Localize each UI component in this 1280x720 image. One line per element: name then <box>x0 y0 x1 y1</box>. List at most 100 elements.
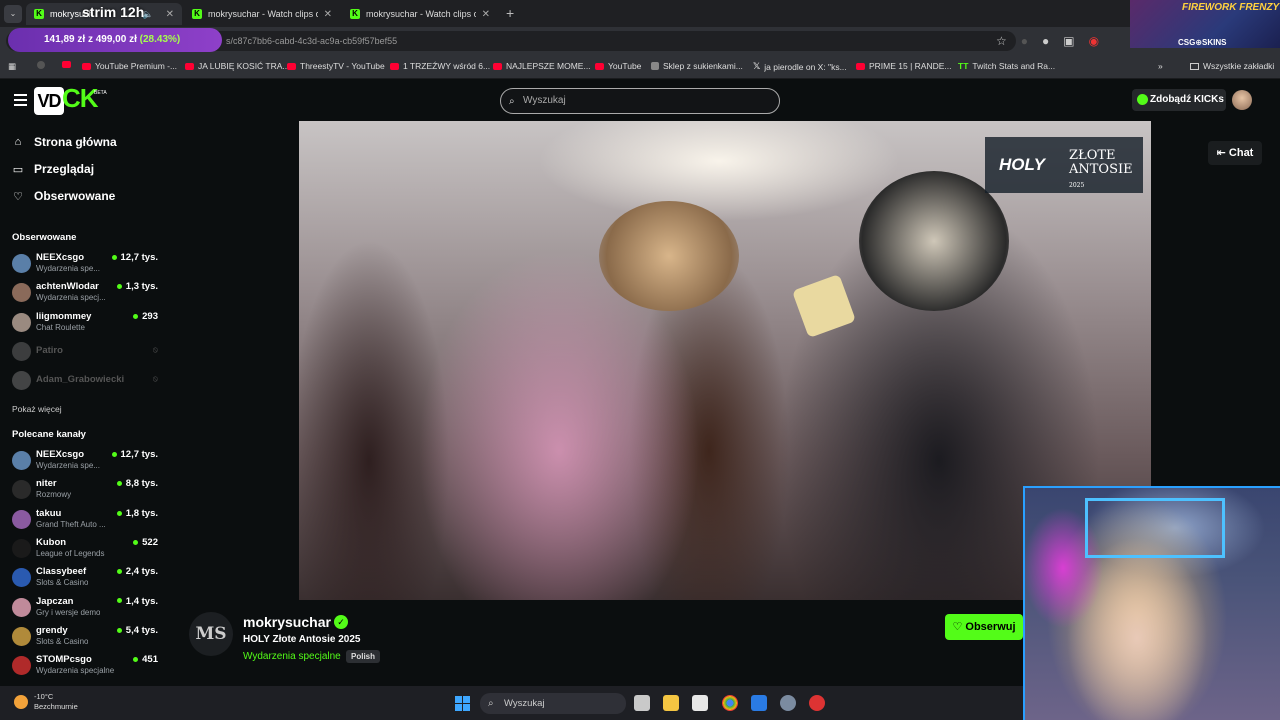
youtube-icon <box>82 62 91 70</box>
nav-home[interactable]: ⌂ Strona główna <box>12 135 117 149</box>
close-tab-icon[interactable]: ✕ <box>166 9 174 20</box>
folder-icon <box>1190 62 1199 70</box>
extension-icon[interactable]: ◉ <box>1089 34 1099 48</box>
event-name-line1: ZŁOTE <box>1069 148 1116 163</box>
bookmarks-bar: ▦ YouTube Premium -... JA LUBIĘ KOSIĆ TR… <box>0 55 1280 79</box>
bookmark-item[interactable]: JA LUBIĘ KOSIĆ TRA... <box>185 61 289 71</box>
app-icon[interactable] <box>751 695 767 711</box>
event-logo-overlay: HOLY ZŁOTE ANTOSIE 2025 <box>985 137 1143 193</box>
kicks-icon <box>1137 94 1148 105</box>
bookmark-item[interactable]: TT Twitch Stats and Ra... <box>958 61 1055 71</box>
tab-2[interactable]: K mokrysuchar - Watch clips on K ✕ <box>184 3 340 25</box>
kick-logo[interactable]: VDCK <box>34 83 99 115</box>
extension-icon[interactable]: ● <box>1021 34 1028 48</box>
goal-percent: (28.43%) <box>139 34 181 45</box>
bookmark-star-icon[interactable]: ☆ <box>996 34 1007 48</box>
chat-toggle-button[interactable]: ⇤ Chat <box>1208 141 1262 165</box>
menu-icon[interactable] <box>14 94 27 106</box>
bookmark-icon[interactable] <box>62 61 71 68</box>
streamer-name[interactable]: mokrysuchar <box>243 614 331 630</box>
channel-avatar <box>12 597 31 617</box>
followed-section-title: Obserwowane <box>12 232 77 243</box>
close-tab-icon[interactable]: ✕ <box>324 9 332 20</box>
channel-avatar <box>12 341 31 361</box>
youtube-icon <box>595 62 604 70</box>
sidebar: ⌂ Strona główna ▭ Przeglądaj ♡ Obserwowane … <box>0 121 170 686</box>
file-explorer-icon[interactable] <box>663 695 679 711</box>
bookmark-item[interactable]: 𝕏ja pierodle on X: "ks... <box>753 61 847 72</box>
x-icon: 𝕏 <box>753 61 761 71</box>
search-input[interactable]: ⌕ Wyszukaj <box>500 88 780 114</box>
channel-item[interactable]: takuu Grand Theft Auto ... 1,8 tys. <box>12 508 160 536</box>
bookmark-label: NAJLEPSZE MOME... <box>506 61 591 71</box>
store-icon[interactable] <box>692 695 708 711</box>
bookmark-item[interactable]: ThreestyTV - YouTube <box>287 61 385 71</box>
windows-start-icon[interactable] <box>455 696 470 711</box>
donation-goal-badge: 141,89 zł z 499,00 zł (28.43%) <box>8 28 222 52</box>
extension-icon[interactable]: ● <box>1042 34 1049 48</box>
nav-label: Przeglądaj <box>34 162 95 176</box>
channel-item[interactable]: STOMPcsgo Wydarzenia specjalne 451 <box>12 654 160 682</box>
channel-item[interactable]: Adam_Grabowiecki ⦸ <box>12 369 160 397</box>
bookmark-item[interactable]: NAJLEPSZE MOME... <box>493 61 591 71</box>
channel-item[interactable]: niter Rozmowy 8,8 tys. <box>12 478 160 506</box>
nav-browse[interactable]: ▭ Przeglądaj <box>12 162 94 176</box>
bookmark-icon[interactable] <box>37 61 45 69</box>
close-tab-icon[interactable]: ✕ <box>482 9 490 20</box>
task-view-icon[interactable] <box>634 695 650 711</box>
user-avatar[interactable] <box>1232 90 1252 110</box>
channel-item[interactable]: Classybeef Slots & Casino 2,4 tys. <box>12 566 160 594</box>
channel-name: niter <box>36 478 57 490</box>
bookmark-item[interactable]: YouTube Premium -... <box>82 61 177 71</box>
app-icon[interactable] <box>809 695 825 711</box>
stream-category[interactable]: Wydarzenia specjalne <box>243 651 341 662</box>
show-more-link[interactable]: Pokaż więcej <box>12 404 62 414</box>
channel-name: NEEXcsgo <box>36 449 85 460</box>
channel-item[interactable]: Kubon League of Legends 522 <box>12 537 160 565</box>
channel-name: Kubon <box>36 536 67 548</box>
streamer-avatar[interactable]: MS <box>189 612 233 656</box>
channel-category: Wydarzenia specjalne <box>36 666 115 676</box>
channel-category: Chat Roulette <box>36 322 85 332</box>
get-kicks-button[interactable]: Zdobądź KICKs <box>1132 89 1226 111</box>
channel-item[interactable]: NEEXcsgo Wydarzenia spe... 12,7 tys. <box>12 449 160 477</box>
home-icon: ⌂ <box>14 136 22 148</box>
channel-item[interactable]: Patiro ⦸ <box>12 340 160 368</box>
bookmark-label: Wszystkie zakładki <box>1203 61 1275 71</box>
taskbar-search[interactable]: ⌕ Wyszukaj <box>480 693 626 714</box>
channel-item[interactable]: NEEXcsgo Wydarzenia spe... 12,7 tys. <box>12 252 160 280</box>
nav-following[interactable]: ♡ Obserwowane <box>12 189 115 203</box>
channel-item[interactable]: achtenWlodar Wydarzenia specj... 1,3 tys. <box>12 281 160 309</box>
bookmark-item[interactable]: Sklep z sukienkami... <box>651 61 743 71</box>
tab-search-button[interactable]: ⌄ <box>4 5 22 23</box>
chat-label: Chat <box>1228 147 1254 159</box>
bookmark-item[interactable]: 1 TRZEŹWY wśród 6... <box>390 61 490 71</box>
channel-item[interactable]: liigmommey Chat Roulette 293 <box>12 311 160 339</box>
language-tag[interactable]: Polish <box>346 650 381 663</box>
channel-item[interactable]: Japczan Gry i wersje demo 1,4 tys. <box>12 596 160 624</box>
weather-text: -10°C Bezchmurnie <box>34 692 78 712</box>
channel-name: Japczan <box>36 595 74 607</box>
nav-label: Obserwowane <box>34 189 116 203</box>
channel-name: NEEXcsgo <box>36 252 85 263</box>
youtube-icon <box>287 62 296 70</box>
apps-icon[interactable]: ▦ <box>8 61 16 72</box>
extension-icon[interactable]: ▣ <box>1063 34 1074 48</box>
follow-button[interactable]: ♡ Obserwuj <box>945 614 1023 640</box>
address-bar-icons: ☆ ● ● ▣ ◉ <box>996 34 1099 48</box>
chrome-icon[interactable] <box>722 695 738 711</box>
settings-gear-icon[interactable] <box>780 695 796 711</box>
tab-3[interactable]: K mokrysuchar - Watch clips on K ✕ <box>342 3 498 25</box>
goal-amount: 141,89 zł <box>44 34 86 45</box>
recommended-section-title: Polecane kanały <box>12 429 86 440</box>
bookmark-item[interactable]: YouTube <box>595 61 641 71</box>
more-bookmarks-icon[interactable]: » <box>1158 61 1163 71</box>
all-bookmarks[interactable]: Wszystkie zakładki <box>1190 61 1274 71</box>
new-tab-button[interactable]: + <box>506 5 514 21</box>
bookmark-item[interactable]: PRIME 15 | RANDE... <box>856 61 952 71</box>
channel-avatar <box>12 312 31 332</box>
channel-item[interactable]: grendy Slots & Casino 5,4 tys. <box>12 625 160 653</box>
holy-logo-text: HOLY <box>999 155 1045 174</box>
webcam-overlay <box>1023 486 1280 720</box>
browse-icon: ▭ <box>12 163 24 176</box>
